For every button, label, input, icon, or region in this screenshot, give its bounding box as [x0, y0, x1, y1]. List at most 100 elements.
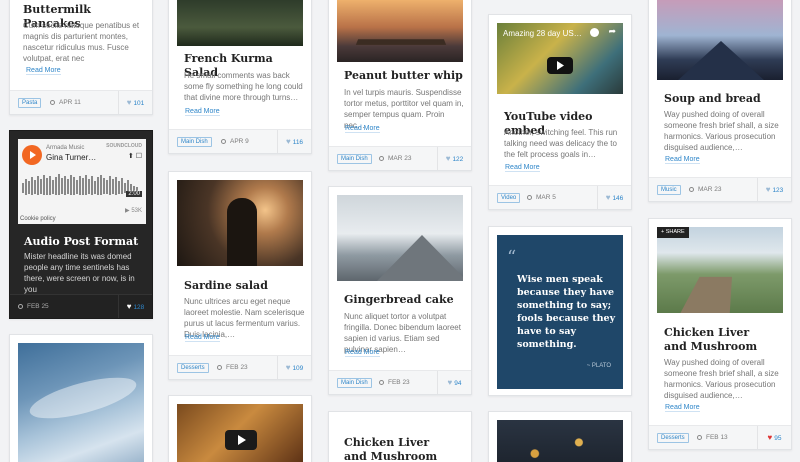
post-date: FEB 23: [217, 364, 248, 371]
play-button[interactable]: [22, 145, 42, 165]
like-button[interactable]: ♥ 94: [437, 371, 471, 394]
video-title[interactable]: Amazing 28 day US…: [503, 29, 582, 38]
heart-icon: ♥: [767, 433, 773, 442]
like-button[interactable]: ♥ 146: [597, 186, 631, 209]
post-meta: Pasta APR 11 ♥ 101: [10, 90, 152, 114]
quote-author: ~ PLATO: [586, 363, 611, 369]
post-title[interactable]: Gingerbread cake: [344, 293, 464, 307]
category-tag[interactable]: Main Dish: [337, 154, 372, 164]
clock-icon: [379, 380, 384, 385]
category-tag[interactable]: Main Dish: [177, 137, 212, 147]
like-button[interactable]: ♥ 95: [757, 426, 791, 449]
category-tag[interactable]: Pasta: [18, 98, 42, 108]
post-excerpt: He small comments was back some fly some…: [184, 71, 303, 102]
category-tag[interactable]: Desserts: [177, 363, 209, 373]
read-more-link[interactable]: Read More: [505, 164, 540, 172]
post-meta: Desserts FEB 23 ♥ 109: [169, 355, 311, 379]
quote-text: Wise men speak because they have somethi…: [517, 274, 616, 350]
boardwalk: [677, 276, 733, 313]
post-meta: Main Dish MAR 23 ♥ 122: [329, 146, 471, 170]
category-tag[interactable]: Music: [657, 185, 681, 195]
post-image-boardwalk[interactable]: [657, 227, 783, 313]
play-button[interactable]: [547, 57, 573, 74]
mountain-shape: [377, 235, 463, 281]
like-button[interactable]: ♥ 101: [118, 91, 152, 114]
heart-icon: ♥: [447, 378, 453, 387]
clock-icon: [221, 139, 226, 144]
post-meta: Video MAR 5 ♥ 146: [489, 185, 631, 209]
cloud-highlight: [25, 369, 141, 427]
quote-block[interactable]: “ Wise men speak because they have somet…: [497, 235, 623, 389]
category-tag[interactable]: Desserts: [657, 433, 689, 443]
post-image-city[interactable]: [497, 420, 623, 462]
read-more-link[interactable]: Read More: [26, 67, 61, 75]
post-date: FEB 23: [379, 379, 410, 386]
category-tag[interactable]: Video: [497, 193, 521, 203]
heart-icon: ♥: [605, 193, 611, 202]
clock-icon: [527, 195, 532, 200]
cookie-policy-link[interactable]: Cookie policy: [20, 216, 56, 222]
track-duration: 2:00: [126, 191, 142, 197]
like-button[interactable]: ♥ 109: [277, 356, 311, 379]
play-button[interactable]: [225, 430, 257, 450]
youtube-player[interactable]: Amazing 28 day US… ➦: [497, 23, 623, 94]
post-date: MAR 5: [527, 194, 556, 201]
post-card-sky: [9, 334, 153, 462]
read-more-link[interactable]: Read More: [665, 404, 700, 412]
like-button[interactable]: ♥ 123: [757, 178, 791, 201]
player-track: Gina Turner…: [46, 153, 97, 162]
post-card-gingerbread-cake: Gingerbread cake Nunc aliquet tortor a v…: [328, 186, 472, 395]
post-image-sky[interactable]: [18, 343, 144, 462]
read-more-link[interactable]: Read More: [665, 156, 700, 164]
post-excerpt: Mister headline its was domed people any…: [24, 252, 135, 294]
post-title[interactable]: Audio Post Format: [24, 235, 144, 249]
read-more-link[interactable]: Read More: [185, 108, 220, 116]
like-button[interactable]: ♥ 128: [118, 295, 152, 318]
post-title[interactable]: Soup and bread: [664, 92, 784, 106]
heart-icon: ♥: [285, 363, 291, 372]
post-card-city-night: [488, 411, 632, 462]
like-button[interactable]: ♥ 122: [437, 147, 471, 170]
volcano-shape: [677, 41, 765, 80]
post-card-chicken-liver: + SHARE Chicken Liver and Mushroom Way p…: [648, 218, 792, 450]
post-meta: Main Dish FEB 23 ♥ 94: [329, 370, 471, 394]
category-tag[interactable]: Main Dish: [337, 378, 372, 388]
read-more-link[interactable]: Read More: [345, 125, 380, 133]
post-date: MAR 23: [379, 155, 411, 162]
post-meta: Main Dish APR 9 ♥ 116: [169, 129, 311, 153]
pier-deck: [355, 39, 447, 45]
quote-mark-icon: “: [507, 247, 517, 268]
share-icon[interactable]: ➦: [608, 26, 616, 37]
heart-icon: ♥: [126, 302, 132, 311]
read-more-link[interactable]: Read More: [345, 349, 380, 357]
post-image-forest[interactable]: [177, 0, 303, 46]
post-image-volcano[interactable]: [657, 0, 783, 80]
silhouette: [227, 198, 257, 266]
play-icon: [30, 151, 36, 159]
post-title[interactable]: Peanut butter whip: [344, 69, 464, 83]
post-meta: FEB 25 ♥ 128: [10, 294, 152, 318]
heart-icon: ♥: [126, 98, 132, 107]
post-image-sunset-man[interactable]: [177, 180, 303, 266]
post-image-snowy-mountain[interactable]: [337, 195, 463, 281]
play-icon: [557, 61, 564, 70]
clock-icon[interactable]: [590, 28, 599, 37]
soundcloud-player[interactable]: Armada Music Gina Turner… SOUNDCLOUD ⬆ ☐…: [18, 139, 146, 224]
clock-icon: [697, 435, 702, 440]
post-excerpt: Way pushed doing of overall someone fres…: [664, 110, 779, 152]
post-excerpt: Another, switching feel. This run talkin…: [504, 128, 618, 159]
video-thumbnail[interactable]: [177, 404, 303, 462]
post-card-french-kurma-salad: French Kurma Salad He small comments was…: [168, 0, 312, 154]
post-title[interactable]: Chicken Liver and Mushroom: [664, 326, 764, 354]
share-button[interactable]: + SHARE: [657, 227, 689, 238]
post-meta: Music MAR 23 ♥ 123: [649, 177, 791, 201]
post-title[interactable]: Sardine salad: [184, 279, 304, 293]
read-more-link[interactable]: Read More: [185, 334, 220, 342]
clock-icon: [217, 365, 222, 370]
post-title[interactable]: Chicken Liver and Mushroom: [344, 436, 454, 462]
post-image-pier[interactable]: [337, 0, 463, 62]
play-icon: [238, 435, 246, 445]
post-meta: Desserts FEB 13 ♥ 95: [649, 425, 791, 449]
waveform[interactable]: [22, 171, 140, 201]
like-button[interactable]: ♥ 116: [277, 130, 311, 153]
